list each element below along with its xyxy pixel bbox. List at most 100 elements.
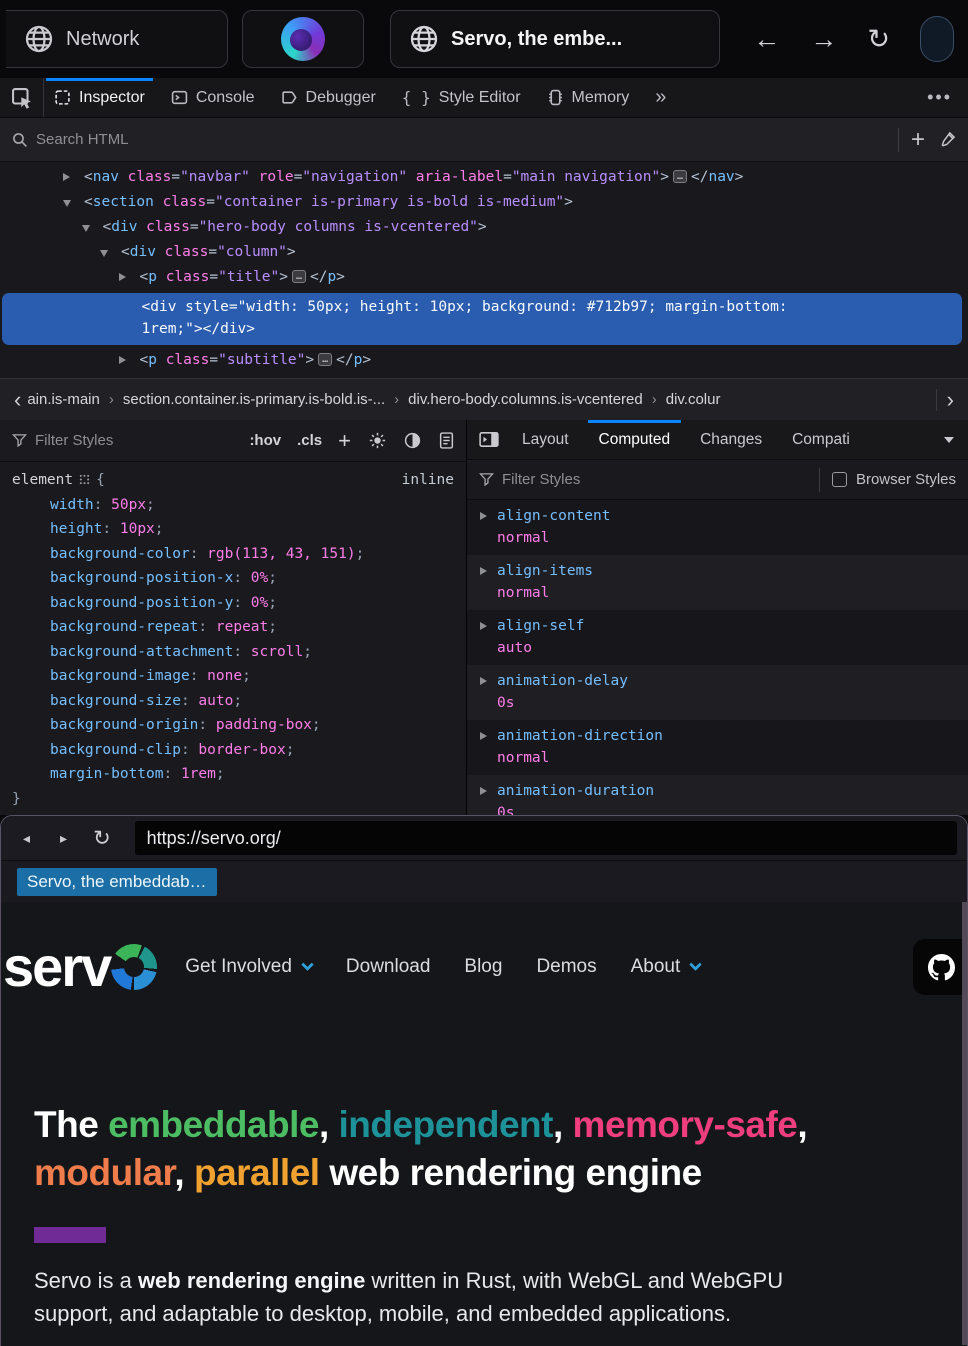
computed-property-row[interactable]: animation-delay0s — [467, 665, 968, 720]
css-declaration[interactable]: height: 10px; — [0, 517, 466, 542]
tab-inspector[interactable]: Inspector — [54, 78, 145, 117]
overflow-tabs-chevron[interactable]: » — [655, 86, 664, 109]
markup-node[interactable]: </div> — [0, 373, 968, 378]
markup-node[interactable]: <p class="title">…</p> — [0, 265, 968, 290]
devtools-menu-icon[interactable]: ••• — [927, 87, 968, 108]
browser-tab-network[interactable]: Network — [6, 10, 228, 68]
servo-wordmark: serv — [3, 939, 110, 995]
markup-node[interactable]: <nav class="navbar" role="navigation" ar… — [0, 165, 968, 190]
nav-link-about[interactable]: About — [631, 956, 701, 978]
url-toolbar: ◂ ▸ ↻ — [1, 816, 967, 860]
browser-tab-firefox[interactable] — [242, 10, 364, 68]
element-highlight-icon[interactable] — [79, 474, 90, 485]
forward-icon[interactable]: → — [810, 26, 837, 53]
expand-arrow-icon[interactable] — [480, 512, 487, 520]
reload-icon[interactable]: ↻ — [93, 826, 111, 851]
markup-selected-node[interactable]: <div style="width: 50px; height: 10px; b… — [2, 293, 962, 345]
search-html-input[interactable] — [36, 131, 886, 148]
css-declaration[interactable]: background-origin: padding-box; — [0, 713, 466, 738]
light-theme-icon[interactable] — [369, 432, 386, 449]
css-declaration[interactable]: background-attachment: scroll; — [0, 640, 466, 665]
tab-console[interactable]: Console — [171, 78, 255, 117]
back-icon[interactable]: ◂ — [23, 830, 30, 847]
browser-tab-servo[interactable]: Servo, the embe... — [390, 10, 720, 68]
css-declaration[interactable]: background-color: rgb(113, 43, 151); — [0, 542, 466, 567]
forward-icon[interactable]: ▸ — [60, 830, 67, 847]
computed-property-row[interactable]: animation-directionnormal — [467, 720, 968, 775]
breadcrumb-item[interactable]: div.hero-body.columns.is-vcentered — [408, 391, 643, 408]
sidebar-tabs-dropdown-icon[interactable] — [944, 437, 954, 443]
markup-node[interactable]: <section class="container is-primary is-… — [0, 190, 968, 215]
nav-link-download[interactable]: Download — [346, 956, 431, 978]
expand-arrow-icon[interactable] — [480, 787, 487, 795]
rule-source-link[interactable]: inline — [402, 468, 454, 493]
class-toggle-button[interactable]: .cls — [297, 432, 322, 449]
expand-arrow-icon[interactable] — [480, 732, 487, 740]
expand-arrow-icon[interactable] — [480, 567, 487, 575]
tab-style-editor[interactable]: { } Style Editor — [402, 78, 521, 117]
page-paragraph: Servo is a web rendering engine written … — [34, 1264, 954, 1330]
markup-node[interactable]: <div class="column"> — [0, 240, 968, 265]
computed-filter-input[interactable] — [502, 471, 807, 488]
servo-logo[interactable]: serv — [3, 939, 157, 995]
filter-styles-input[interactable] — [35, 432, 233, 449]
reload-icon[interactable]: ↻ — [867, 26, 890, 53]
breadcrumb-item[interactable]: section.container.is-primary.is-bold.is-… — [123, 391, 385, 408]
dark-theme-icon[interactable] — [404, 432, 421, 449]
breadcrumb-item[interactable]: ain.is-main — [27, 391, 100, 408]
expand-arrow-icon[interactable] — [480, 622, 487, 630]
back-icon[interactable]: ← — [753, 26, 780, 53]
css-declaration[interactable]: margin-bottom: 1rem; — [0, 762, 466, 787]
expand-arrow-icon[interactable] — [119, 273, 126, 281]
tab-changes[interactable]: Changes — [685, 420, 777, 459]
css-declaration[interactable]: width: 50px; — [0, 493, 466, 518]
github-button[interactable]: GitHub — [913, 939, 967, 995]
print-simulation-icon[interactable] — [439, 432, 454, 449]
browser-styles-label: Browser Styles — [856, 471, 956, 488]
browser-styles-checkbox[interactable] — [832, 472, 847, 487]
css-declaration[interactable]: background-position-x: 0%; — [0, 566, 466, 591]
computed-property-row[interactable]: align-selfauto — [467, 610, 968, 665]
sidebar-toggle-icon[interactable] — [479, 431, 499, 448]
expand-arrow-icon[interactable] — [63, 173, 70, 181]
tab-computed[interactable]: Computed — [584, 420, 686, 459]
collapse-arrow-icon[interactable] — [82, 225, 90, 232]
markup-node[interactable]: <div class="hero-body columns is-vcenter… — [0, 215, 968, 240]
css-declaration[interactable]: background-position-y: 0%; — [0, 591, 466, 616]
tab-layout[interactable]: Layout — [507, 420, 584, 459]
add-node-button[interactable]: + — [911, 126, 925, 154]
nav-link-blog[interactable]: Blog — [464, 956, 502, 978]
pseudo-class-button[interactable]: :hov — [249, 432, 281, 449]
nav-link-get-involved[interactable]: Get Involved — [185, 956, 312, 978]
breadcrumb-item[interactable]: div.colur — [666, 391, 721, 408]
add-rule-button[interactable]: + — [338, 428, 351, 454]
inspected-element-box — [34, 1227, 106, 1243]
rule-selector[interactable]: element — [12, 472, 73, 488]
css-declaration[interactable]: background-size: auto; — [0, 689, 466, 714]
tab-memory[interactable]: Memory — [547, 78, 630, 117]
tab-debugger[interactable]: Debugger — [281, 78, 376, 117]
expand-arrow-icon[interactable] — [119, 356, 126, 364]
css-declaration[interactable]: background-image: none; — [0, 664, 466, 689]
css-declaration[interactable]: background-clip: border-box; — [0, 738, 466, 763]
computed-property-row[interactable]: animation-duration0s — [467, 775, 968, 815]
breadcrumb-scroll-right-icon[interactable]: › — [936, 389, 960, 411]
pick-element-button[interactable] — [0, 78, 44, 117]
rules-panel: :hov .cls + element{ inline width: 50 — [0, 420, 467, 815]
collapse-arrow-icon[interactable] — [63, 200, 71, 207]
css-declaration[interactable]: background-repeat: repeat; — [0, 615, 466, 640]
devtools-tab-bar: Inspector Console Debugger { } Style Edi… — [54, 78, 927, 117]
breadcrumb-scroll-left-icon[interactable]: ‹ — [8, 389, 27, 411]
url-input[interactable] — [135, 821, 957, 855]
expand-arrow-icon[interactable] — [480, 677, 487, 685]
inline-text-ellipsis: … — [292, 270, 306, 283]
eyedropper-icon[interactable] — [939, 131, 956, 148]
collapse-arrow-icon[interactable] — [100, 250, 108, 257]
page-tab[interactable]: Servo, the embeddab… — [17, 868, 217, 896]
nav-link-demos[interactable]: Demos — [536, 956, 596, 978]
computed-property-row[interactable]: align-contentnormal — [467, 500, 968, 555]
profile-avatar[interactable] — [920, 16, 954, 62]
computed-property-row[interactable]: align-itemsnormal — [467, 555, 968, 610]
markup-node[interactable]: <p class="subtitle">…</p> — [0, 348, 968, 373]
tab-compatibility[interactable]: Compati — [777, 420, 863, 459]
